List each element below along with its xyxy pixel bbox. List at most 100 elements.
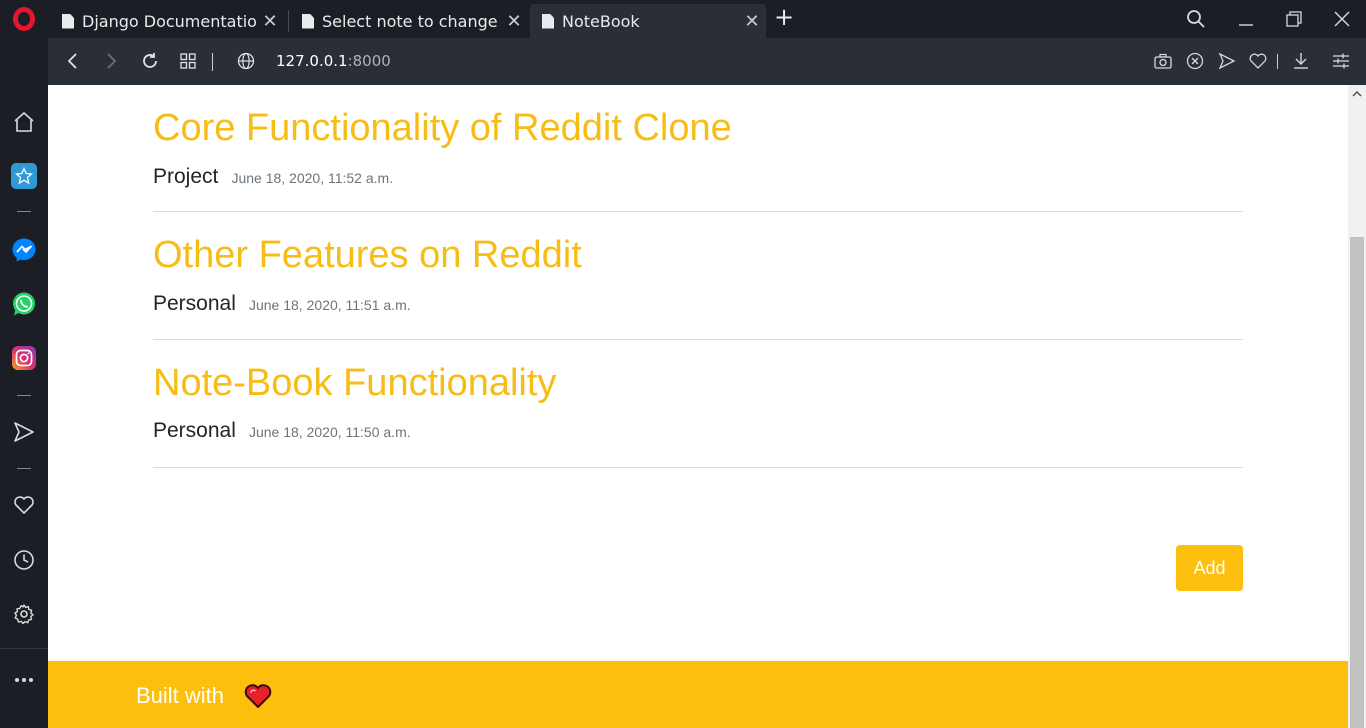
forward-button[interactable]	[98, 48, 124, 74]
note-category: Personal	[153, 419, 236, 442]
download-icon	[1294, 53, 1308, 69]
note-title-link[interactable]: Other Features on Reddit	[153, 234, 582, 277]
settings-sliders-icon	[1333, 53, 1349, 69]
site-info-button[interactable]	[233, 48, 259, 74]
sidebar-divider	[17, 395, 31, 396]
note-date: June 18, 2020, 11:52 a.m.	[231, 170, 394, 186]
page-icon	[302, 13, 314, 29]
restore-button[interactable]	[1270, 0, 1318, 38]
more-icon	[15, 678, 33, 682]
tab-title: Django Documentation	[82, 11, 256, 31]
note-title-link[interactable]: Note-Book Functionality	[153, 362, 556, 405]
restore-icon	[1286, 11, 1302, 27]
sidebar-history[interactable]	[10, 546, 38, 574]
snapshot-button[interactable]	[1152, 50, 1174, 72]
sidebar-more[interactable]	[10, 666, 38, 694]
page-icon	[542, 13, 554, 29]
note-item: Core Functionality of Reddit Clone Proje…	[153, 85, 1243, 212]
tab-title: Select note to change | Django site admi…	[322, 11, 500, 31]
url-port: :8000	[347, 52, 391, 70]
send-to-flow-button[interactable]	[1216, 50, 1238, 72]
note-date: June 18, 2020, 11:50 a.m.	[248, 424, 411, 440]
opera-menu-button[interactable]	[0, 0, 48, 38]
url-field[interactable]: 127.0.0.1:8000	[276, 52, 391, 70]
page-icon	[62, 13, 74, 29]
reload-button[interactable]	[137, 48, 163, 74]
close-icon[interactable]: ✕	[256, 11, 284, 32]
home-icon	[14, 111, 34, 132]
sidebar-divider	[0, 648, 48, 649]
add-note-button[interactable]: Add	[1176, 545, 1243, 591]
history-icon	[14, 550, 34, 570]
settings-icon	[14, 604, 34, 625]
url-host: 127.0.0.1	[276, 52, 348, 70]
minimize-button[interactable]	[1222, 0, 1270, 38]
note-category: Project	[153, 165, 219, 188]
messenger-icon	[12, 238, 36, 262]
note-date: June 18, 2020, 11:51 a.m.	[248, 297, 411, 313]
footer-text: Built with	[136, 683, 225, 708]
sidebar-whatsapp[interactable]	[10, 290, 38, 318]
easy-setup-button[interactable]	[1330, 50, 1352, 72]
send-icon	[1218, 52, 1236, 70]
tab-search-button[interactable]	[1172, 0, 1220, 38]
tab-bar: Django Documentation ✕ Select note to ch…	[0, 0, 1366, 38]
web-page: Core Functionality of Reddit Clone Proje…	[48, 85, 1348, 728]
back-arrow-icon	[67, 53, 77, 69]
back-button[interactable]	[60, 48, 86, 74]
heart-icon	[244, 684, 272, 708]
sidebar-speed-dial[interactable]	[10, 162, 38, 190]
instagram-icon	[12, 346, 36, 370]
reload-icon	[143, 53, 157, 68]
whatsapp-icon	[13, 292, 35, 316]
note-meta: Personal June 18, 2020, 11:51 a.m.	[153, 292, 411, 316]
scrollbar-thumb[interactable]	[1350, 237, 1364, 728]
send-icon	[14, 422, 34, 442]
tab-notebook[interactable]: NoteBook ✕	[530, 4, 766, 38]
note-category: Personal	[153, 292, 236, 315]
tiles-button[interactable]	[175, 48, 201, 74]
sidebar-messenger[interactable]	[10, 236, 38, 264]
notes-list: Core Functionality of Reddit Clone Proje…	[153, 85, 1243, 468]
new-tab-button[interactable]: +	[770, 4, 798, 32]
close-icon	[1334, 11, 1350, 27]
close-icon[interactable]: ✕	[500, 11, 528, 32]
note-title-link[interactable]: Core Functionality of Reddit Clone	[153, 107, 732, 150]
address-divider	[212, 53, 213, 71]
note-meta: Project June 18, 2020, 11:52 a.m.	[153, 165, 393, 189]
tab-divider	[288, 10, 289, 32]
speed-dial-icon	[11, 163, 37, 189]
footer: Built with	[48, 661, 1348, 728]
adblock-button[interactable]	[1184, 50, 1206, 72]
close-icon[interactable]: ✕	[738, 11, 766, 32]
sidebar-bookmarks[interactable]	[10, 491, 38, 519]
sidebar-home[interactable]	[10, 108, 38, 136]
sidebar-divider	[17, 211, 31, 212]
close-window-button[interactable]	[1318, 0, 1366, 38]
tab-django-admin[interactable]: Select note to change | Django site admi…	[290, 4, 528, 38]
note-meta: Personal June 18, 2020, 11:50 a.m.	[153, 419, 411, 443]
forward-arrow-icon	[107, 53, 117, 69]
search-icon	[1187, 10, 1205, 28]
address-bar: 127.0.0.1:8000	[48, 38, 1366, 85]
sidebar-divider	[17, 468, 31, 469]
sidebar-instagram[interactable]	[10, 344, 38, 372]
tab-title: NoteBook	[562, 11, 640, 31]
vertical-scrollbar[interactable]	[1348, 85, 1366, 728]
note-item: Note-Book Functionality Personal June 18…	[153, 340, 1243, 468]
bookmark-button[interactable]	[1247, 50, 1269, 72]
sidebar	[0, 38, 48, 728]
block-icon	[1186, 52, 1204, 70]
heart-icon	[14, 496, 34, 514]
scroll-up-arrow-icon[interactable]	[1348, 85, 1366, 103]
tab-django-documentation[interactable]: Django Documentation ✕	[50, 4, 284, 38]
downloads-button[interactable]	[1290, 50, 1312, 72]
minimize-icon	[1239, 24, 1253, 26]
opera-logo-icon	[13, 7, 35, 31]
globe-icon	[237, 52, 255, 70]
heart-outline-icon	[1249, 53, 1267, 69]
sidebar-my-flow[interactable]	[10, 418, 38, 446]
toolbar-divider	[1277, 54, 1278, 69]
camera-icon	[1154, 53, 1172, 69]
sidebar-settings[interactable]	[10, 600, 38, 628]
